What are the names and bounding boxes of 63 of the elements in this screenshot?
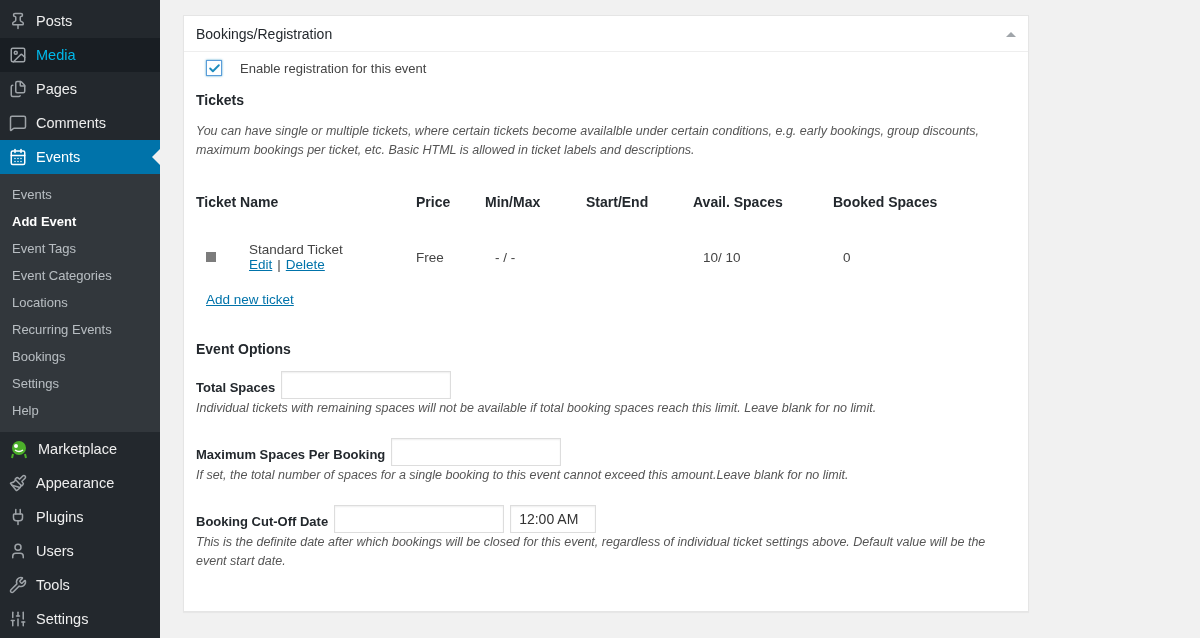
delete-link[interactable]: Delete bbox=[285, 257, 325, 272]
submenu-item[interactable]: Locations bbox=[0, 289, 160, 316]
field-help: Individual tickets with remaining spaces will not be available if total booking spaces reach this limit. Leave blank for no limit. bbox=[196, 400, 878, 417]
time-field[interactable]: 12:00 AM bbox=[510, 505, 597, 533]
min-max-cell-text: - / - bbox=[494, 248, 517, 265]
submenu-item[interactable]: Help bbox=[0, 397, 160, 424]
text-field[interactable] bbox=[281, 371, 452, 399]
checkbox-label: Enable registration for this event bbox=[240, 60, 427, 76]
submenu-item[interactable]: Bookings bbox=[0, 343, 160, 370]
submenu-item[interactable]: Events bbox=[0, 181, 160, 208]
available-spaces-cell-text: 10/ 10 bbox=[702, 248, 742, 265]
column-header: Booked Spaces bbox=[833, 194, 939, 212]
column-header: Start/End bbox=[586, 194, 650, 212]
collapse-toggle[interactable] bbox=[1006, 30, 1016, 37]
field-help: This is the definite date after which bookings will be closed for this event, regardless of individual ticket settings above. Default value will be the event start date. bbox=[196, 534, 987, 570]
field-label: Total Spaces bbox=[196, 379, 276, 395]
mascot-icon bbox=[9, 439, 29, 459]
menu-item[interactable]: Tools bbox=[0, 568, 160, 602]
panel-title: Bookings/Registration bbox=[196, 25, 333, 42]
submenu-item[interactable]: Recurring Events bbox=[0, 316, 160, 343]
text-field[interactable] bbox=[334, 505, 505, 533]
price-cell-text: Free bbox=[416, 248, 445, 265]
field-label: Booking Cut-Off Date bbox=[196, 513, 329, 529]
pages-icon bbox=[9, 80, 27, 98]
menu-item[interactable]: Media bbox=[0, 38, 160, 72]
menu-item[interactable]: Posts bbox=[0, 4, 160, 38]
wrench-icon bbox=[9, 576, 27, 594]
pin-icon bbox=[9, 12, 27, 30]
user-icon bbox=[9, 542, 27, 560]
column-header: Price bbox=[416, 194, 452, 212]
sliders-icon bbox=[9, 610, 27, 628]
link-separator: | bbox=[277, 257, 281, 272]
menu-item[interactable]: Pages bbox=[0, 72, 160, 106]
menu-item[interactable]: Settings bbox=[0, 602, 160, 636]
section-heading: Event Options bbox=[196, 341, 292, 357]
submenu-item[interactable]: Add Event bbox=[0, 208, 160, 235]
ticket-name: Standard Ticket bbox=[249, 242, 343, 257]
menu-item[interactable]: Marketplace bbox=[0, 432, 160, 466]
paintbrush-icon bbox=[9, 474, 27, 492]
booked-spaces-cell-text: 0 bbox=[842, 248, 852, 265]
add-ticket-link[interactable]: Add new ticket bbox=[206, 292, 294, 307]
column-header: Min/Max bbox=[485, 194, 542, 212]
column-header: Ticket Name bbox=[196, 194, 280, 212]
tickets-description: You can have single or multiple tickets, where certain tickets become availalble under certain conditions, e.g. early bookings, group discounts, maximum bookings per ticket, etc. Basic HTML is allowed in ticket labels and descriptions. bbox=[196, 123, 981, 159]
drag-handle-icon[interactable] bbox=[206, 252, 216, 262]
section-heading: Tickets bbox=[196, 92, 245, 108]
edit-link[interactable]: Edit bbox=[249, 257, 273, 272]
image-icon bbox=[9, 46, 27, 64]
menu-item[interactable]: Plugins bbox=[0, 500, 160, 534]
checkbox[interactable] bbox=[206, 60, 222, 76]
menu-item[interactable]: Events bbox=[0, 140, 160, 174]
submenu-item[interactable]: Event Tags bbox=[0, 235, 160, 262]
calendar-icon bbox=[9, 148, 27, 166]
submenu-item[interactable]: Event Categories bbox=[0, 262, 160, 289]
text-field[interactable] bbox=[391, 438, 562, 466]
menu-item[interactable]: Users bbox=[0, 534, 160, 568]
comment-icon bbox=[9, 114, 27, 132]
menu-item[interactable]: Appearance bbox=[0, 466, 160, 500]
field-label: Maximum Spaces Per Booking bbox=[196, 446, 386, 462]
submenu-item[interactable]: Settings bbox=[0, 370, 160, 397]
menu-item[interactable]: Comments bbox=[0, 106, 160, 140]
column-header: Avail. Spaces bbox=[693, 194, 784, 212]
field-help: If set, the total number of spaces for a single booking to this event cannot exceed this amount.Leave blank for no limit. bbox=[196, 467, 850, 484]
